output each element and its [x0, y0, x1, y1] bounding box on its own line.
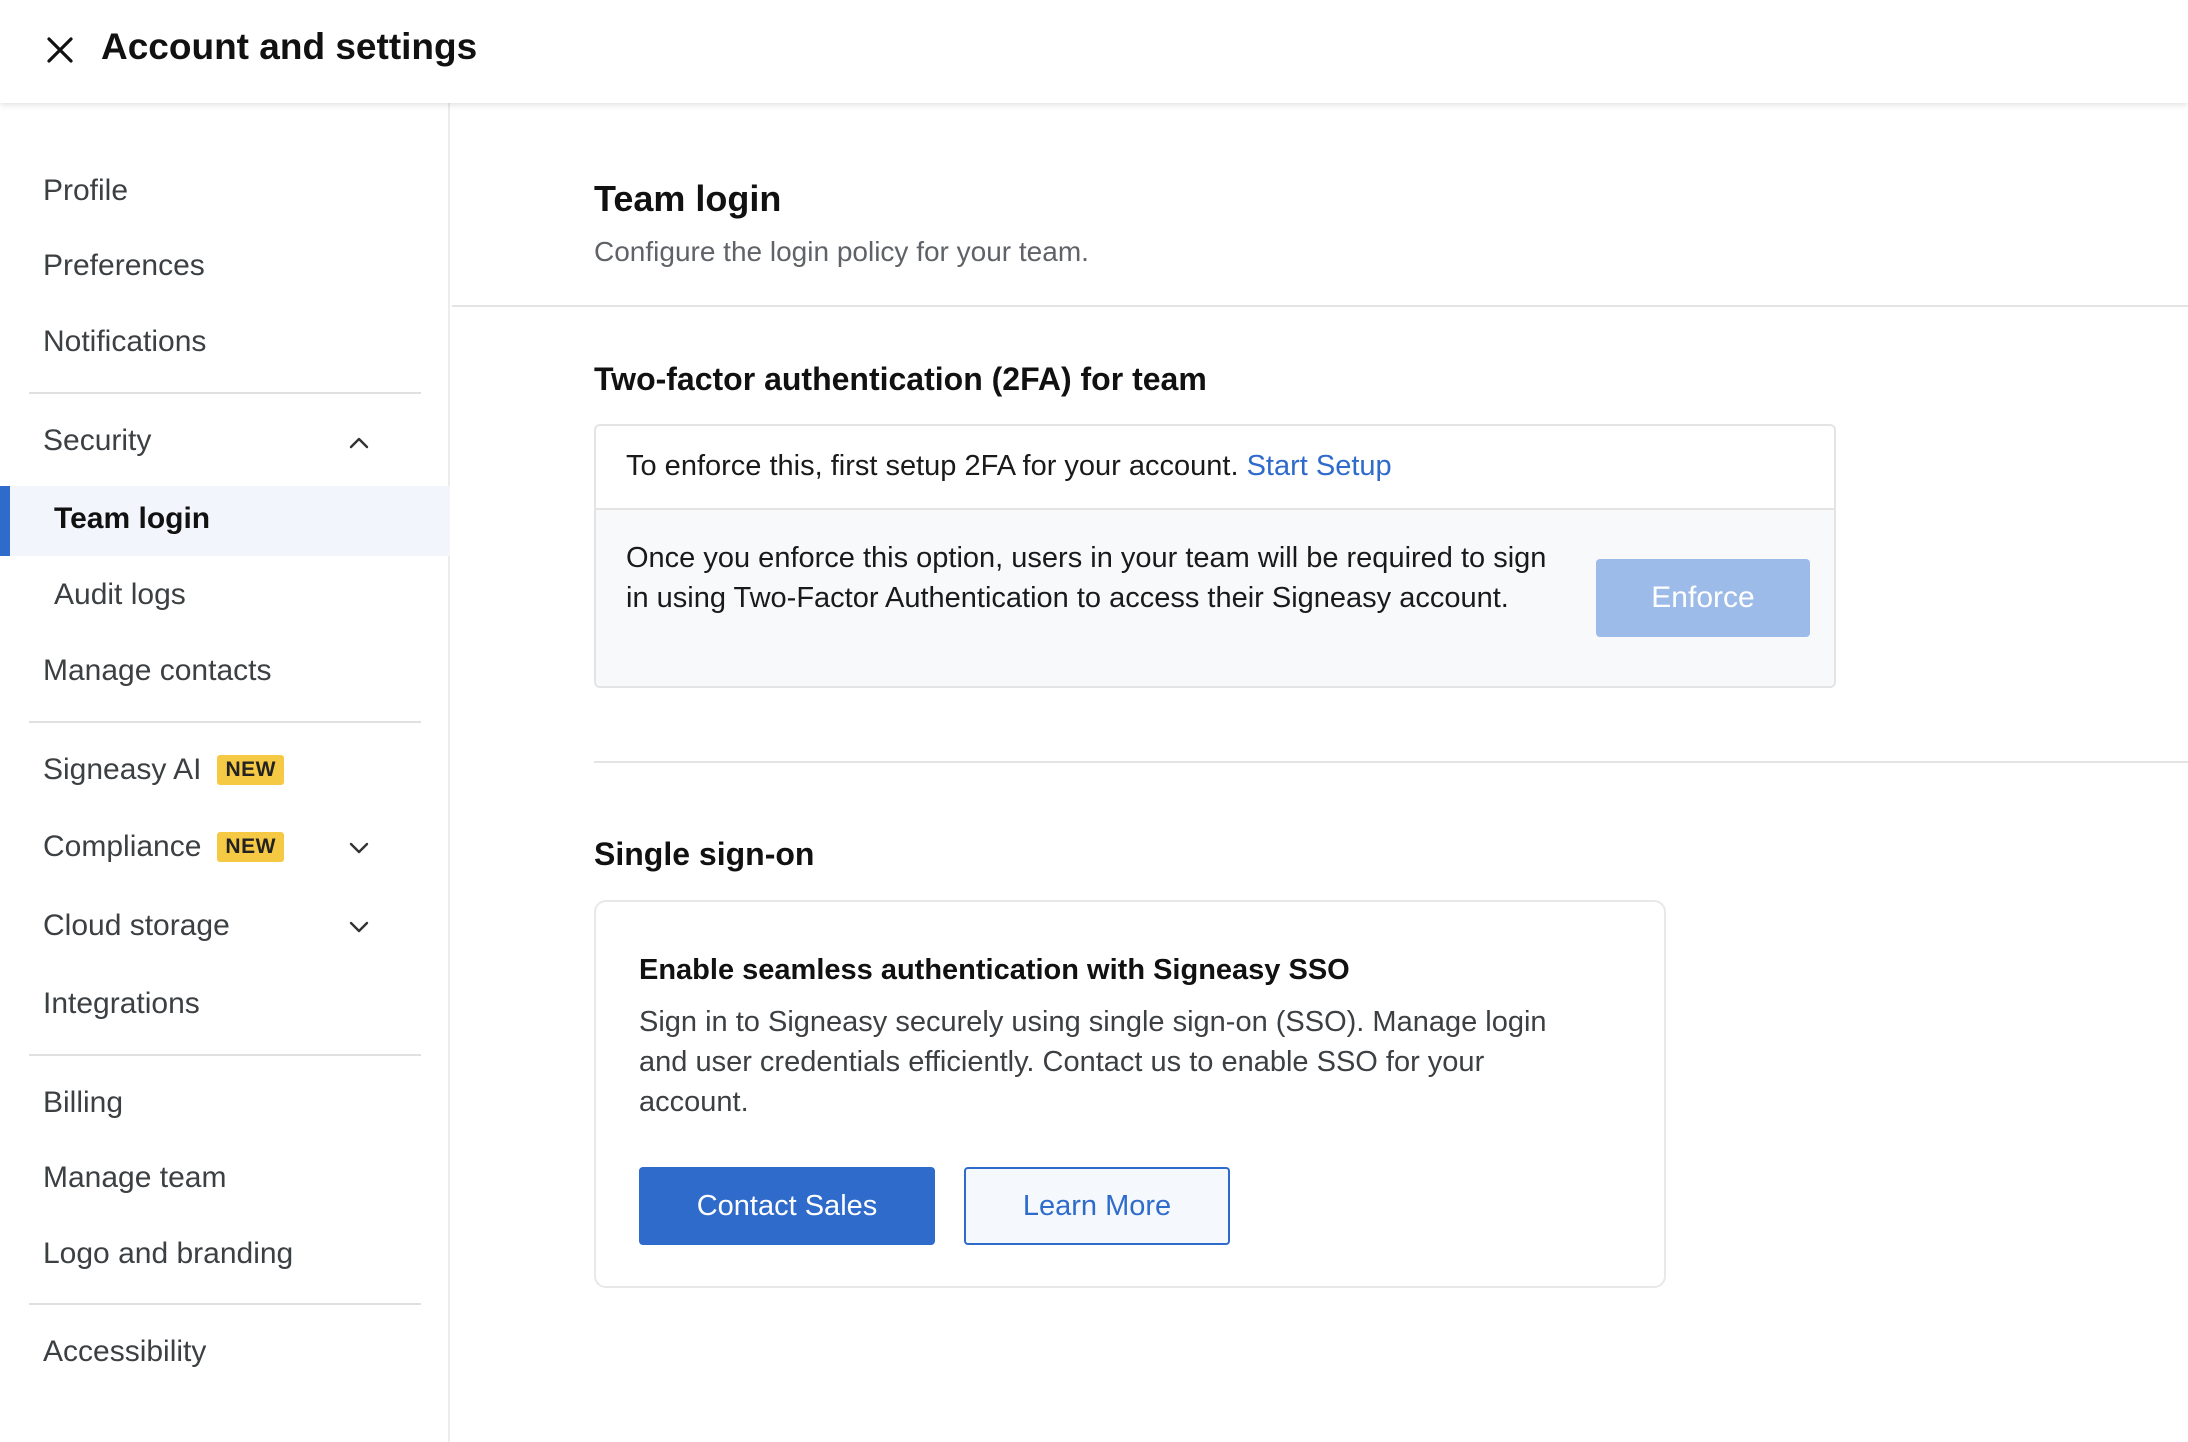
sidebar-divider	[29, 1054, 421, 1056]
sidebar-item-signeasy-ai[interactable]: Signeasy AI NEW	[43, 753, 284, 787]
sidebar-item-audit-logs[interactable]: Audit logs	[54, 578, 186, 612]
sidebar-item-label: Signeasy AI	[43, 753, 202, 786]
sidebar-divider	[29, 721, 421, 723]
sidebar-item-billing[interactable]: Billing	[43, 1086, 123, 1120]
section-divider	[452, 305, 2188, 307]
active-indicator	[0, 486, 10, 556]
sidebar-item-cloud-storage[interactable]: Cloud storage	[43, 909, 230, 943]
sidebar-item-integrations[interactable]: Integrations	[43, 987, 200, 1021]
new-badge: NEW	[217, 755, 284, 785]
sidebar-item-team-login[interactable]: Team login	[54, 502, 210, 536]
chevron-down-icon[interactable]	[344, 912, 374, 942]
two-factor-notice: To enforce this, first setup 2FA for you…	[596, 426, 1834, 510]
chevron-down-icon[interactable]	[344, 833, 374, 863]
two-factor-notice-text: To enforce this, first setup 2FA for you…	[626, 450, 1239, 482]
sidebar-item-compliance[interactable]: Compliance NEW	[43, 830, 284, 864]
two-factor-description: Once you enforce this option, users in y…	[626, 542, 1547, 614]
start-setup-link[interactable]: Start Setup	[1247, 450, 1392, 482]
page-subtitle: Configure the login policy for your team…	[594, 236, 1089, 267]
sso-description: Sign in to Signeasy securely using singl…	[639, 1006, 1547, 1118]
page-header-title: Account and settings	[101, 26, 478, 67]
sidebar-item-manage-team[interactable]: Manage team	[43, 1161, 226, 1195]
sidebar-item-notifications[interactable]: Notifications	[43, 325, 206, 359]
learn-more-button[interactable]: Learn More	[964, 1167, 1230, 1245]
sidebar-item-logo-branding[interactable]: Logo and branding	[43, 1237, 293, 1271]
sidebar-divider	[29, 1303, 421, 1305]
two-factor-title: Two-factor authentication (2FA) for team	[594, 361, 1207, 397]
close-icon	[47, 37, 73, 63]
chevron-up-icon[interactable]	[344, 428, 374, 458]
top-bar: Account and settings	[0, 0, 2188, 103]
sidebar-item-profile[interactable]: Profile	[43, 174, 128, 208]
sidebar: Profile Preferences Notifications Securi…	[0, 103, 450, 1442]
sso-card: Enable seamless authentication with Sign…	[594, 900, 1666, 1288]
sidebar-item-label: Compliance	[43, 830, 202, 863]
sso-title: Single sign-on	[594, 836, 815, 872]
new-badge: NEW	[217, 832, 284, 862]
sidebar-item-preferences[interactable]: Preferences	[43, 249, 205, 283]
page-title: Team login	[594, 178, 782, 219]
sso-heading: Enable seamless authentication with Sign…	[639, 954, 1350, 986]
enforce-button[interactable]: Enforce	[1596, 559, 1810, 637]
two-factor-card: To enforce this, first setup 2FA for you…	[594, 424, 1836, 688]
section-divider	[594, 761, 2188, 763]
main-content: Team login Configure the login policy fo…	[452, 103, 2188, 1442]
two-factor-enforce-row: Once you enforce this option, users in y…	[596, 510, 1834, 686]
contact-sales-button[interactable]: Contact Sales	[639, 1167, 935, 1245]
sidebar-item-security[interactable]: Security	[43, 424, 151, 458]
close-button[interactable]	[40, 30, 80, 70]
sidebar-item-accessibility[interactable]: Accessibility	[43, 1335, 206, 1369]
sidebar-divider	[29, 392, 421, 394]
sidebar-item-manage-contacts[interactable]: Manage contacts	[43, 654, 271, 688]
